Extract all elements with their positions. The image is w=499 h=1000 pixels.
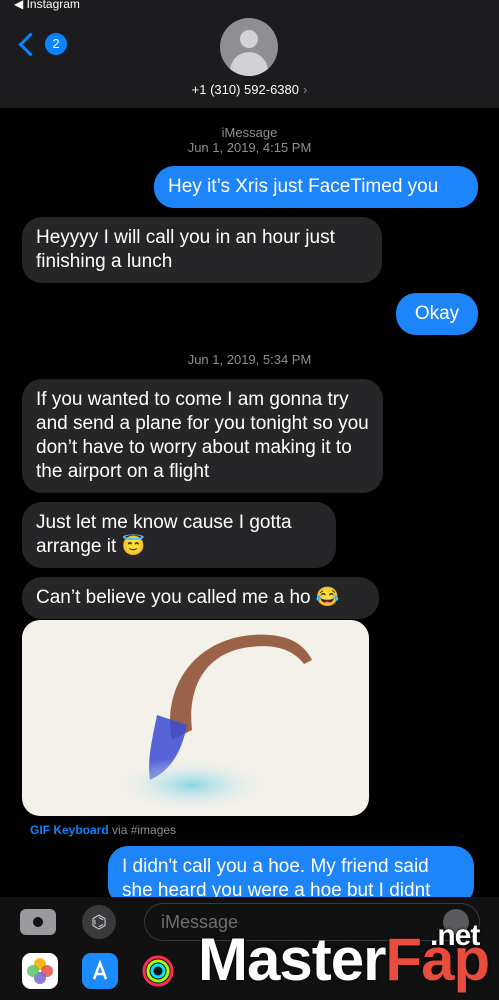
app-store-app-icon[interactable] bbox=[82, 953, 118, 989]
service-label: iMessage Jun 1, 2019, 4:15 PM bbox=[0, 125, 499, 155]
back-to-app-link[interactable]: ◀ Instagram bbox=[14, 0, 80, 11]
gif-keyboard-link[interactable]: GIF Keyboard bbox=[30, 823, 109, 837]
message-bubble-outgoing[interactable]: Hey it’s Xris just FaceTimed you bbox=[154, 166, 478, 208]
message-bubble-incoming[interactable]: Just let me know cause I gotta arrange i… bbox=[22, 502, 336, 568]
gif-image bbox=[112, 634, 312, 813]
message-bubble-incoming[interactable]: Heyyyy I will call you in an hour just f… bbox=[22, 217, 382, 283]
contact-name[interactable]: +1 (310) 592-6380 › bbox=[0, 82, 499, 97]
timestamp: Jun 1, 2019, 4:15 PM bbox=[187, 140, 312, 155]
watermark: MasterFap .net bbox=[198, 919, 490, 993]
message-bubble-outgoing[interactable]: Okay bbox=[396, 293, 478, 335]
gif-attachment[interactable] bbox=[22, 620, 369, 816]
back-button[interactable]: 2 bbox=[18, 31, 67, 57]
photos-app-icon[interactable] bbox=[22, 953, 58, 989]
contact-avatar[interactable] bbox=[220, 18, 278, 76]
conversation-header: ◀ Instagram 2 +1 (310) 592-6380 › bbox=[0, 0, 499, 108]
chevron-right-icon: › bbox=[303, 82, 308, 97]
chevron-left-icon bbox=[18, 31, 43, 57]
person-icon bbox=[240, 30, 258, 48]
app-store-icon[interactable]: ⌬ bbox=[82, 905, 116, 939]
camera-icon[interactable] bbox=[20, 909, 56, 935]
timestamp: Jun 1, 2019, 5:34 PM bbox=[187, 352, 312, 367]
message-bubble-incoming[interactable]: Can’t believe you called me a ho 😂 bbox=[22, 577, 379, 619]
message-bubble-incoming[interactable]: If you wanted to come I am gonna try and… bbox=[22, 379, 383, 493]
gif-credit: GIF Keyboard via #images bbox=[30, 823, 177, 837]
activity-app-icon[interactable] bbox=[140, 953, 176, 989]
unread-badge: 2 bbox=[45, 33, 67, 55]
